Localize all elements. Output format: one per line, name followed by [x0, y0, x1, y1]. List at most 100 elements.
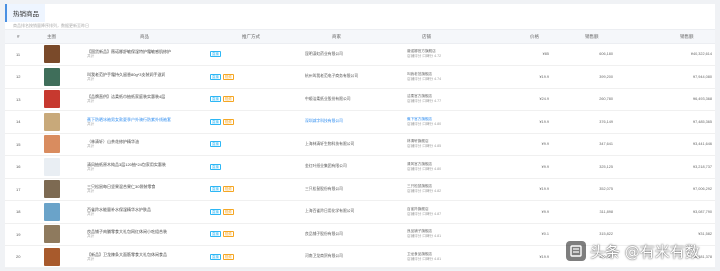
table-row[interactable]: 13 【品牌直供】洁柔纸巾抽纸家庭装实惠装4层 共计 直播 视频 中顺洁柔纸业股份…	[5, 88, 715, 111]
store-score: 店铺评分 口碑分 4.85	[407, 144, 442, 148]
product-thumbnail[interactable]	[44, 111, 60, 133]
product-title[interactable]: 【品牌直供】洁柔纸巾抽纸家庭装实惠装4层	[87, 94, 165, 99]
shop-name[interactable]: 上海百雀羚日用化学有限公司	[305, 201, 415, 223]
product-title[interactable]: 百雀羚水能量补水保湿精华水护肤品	[87, 207, 151, 212]
product-image[interactable]	[44, 45, 60, 63]
store-cell: 清风官方旗舰店 店铺评分 口碑分 4.80	[407, 156, 487, 178]
product-meta: 共计	[87, 76, 95, 81]
price-cell: ¥19.9	[539, 119, 549, 124]
product-title[interactable]: 良品铺子肉脯零食大礼包网红休闲小吃组合装	[87, 229, 167, 234]
goods-cell: （林清轩）山茶花修护精华油 共计	[87, 133, 205, 155]
header-shop: 商家	[332, 34, 341, 39]
product-image[interactable]	[44, 180, 60, 198]
shop-name[interactable]: 中顺洁柔纸业股份有限公司	[305, 88, 415, 110]
toutiao-logo-icon	[566, 241, 586, 261]
goods-cell: 【国货新品】薇诺娜舒敏保湿特护霜敏感肌修护 共计	[87, 43, 205, 65]
product-thumbnail[interactable]	[44, 133, 60, 155]
product-image[interactable]	[44, 67, 60, 86]
product-thumbnail[interactable]	[44, 223, 60, 245]
table-row[interactable]: 15 （林清轩）山茶花修护精华油 共计 直播 上海林清轩生物科技有限公司 林清轩…	[5, 133, 715, 156]
rank-cell: 15	[16, 141, 21, 147]
product-title[interactable]: 叫我老范护手霜持久留香80g*3支装润手滋润	[87, 72, 165, 77]
product-title[interactable]: 三只松鼠每日坚果混合果仁30袋装零食	[87, 184, 155, 189]
store-cell: 林清轩旗舰店 店铺评分 口碑分 4.85	[407, 133, 487, 155]
promo-tag: 视频	[222, 118, 234, 125]
product-image[interactable]	[44, 202, 60, 221]
shop-name[interactable]: 深圳减字科技有限公司	[305, 111, 415, 133]
price-cell: ¥9.9	[541, 209, 549, 214]
product-meta: 共计	[87, 121, 95, 126]
shop-name[interactable]: 上海林清轩生物科技有限公司	[305, 133, 415, 155]
product-title[interactable]: 清风抽纸原木纯品3层120抽*24包家用实惠装	[87, 162, 166, 167]
promo-tag: 直播	[210, 73, 221, 80]
store-cell: 叫我老范旗舰店 店铺评分 口碑分 4.74	[407, 66, 487, 88]
sales-cell: 376,149	[599, 119, 613, 124]
product-thumbnail[interactable]	[44, 178, 60, 200]
goods-cell: 蕉下防晒冰袖男女款夏季户外骑行防紫外线袖套 共计	[87, 111, 205, 133]
product-thumbnail[interactable]	[44, 201, 60, 223]
rank-cell: 18	[16, 209, 21, 214]
promo-cell: 直播	[210, 43, 280, 65]
store-cell: 蕉下官方旗舰店 店铺评分 口碑分 4.80	[407, 111, 487, 133]
table-row[interactable]: 18 百雀羚水能量补水保湿精华水护肤品 共计 直播 视频 上海百雀羚日用化学有限公…	[5, 201, 715, 224]
table-row[interactable]: 17 三只松鼠每日坚果混合果仁30袋装零食 共计 直播 视频 三只松鼠股份有限公司…	[5, 178, 715, 201]
shop-name[interactable]: 三只松鼠股份有限公司	[305, 178, 415, 200]
product-image[interactable]	[44, 225, 60, 243]
promo-tag: 视频	[222, 208, 234, 215]
store-score: 店铺评分 口碑分 4.72	[407, 54, 442, 58]
sales-cell: 399,200	[599, 74, 613, 79]
shop-name[interactable]: 金红叶纸业集团有限公司	[305, 156, 415, 178]
amount-cell: ¥7,006,292	[692, 187, 712, 191]
store-score: 店铺评分 口碑分 4.80	[407, 121, 442, 126]
goods-cell: 【品牌直供】洁柔纸巾抽纸家庭装实惠装4层 共计	[87, 88, 205, 110]
shop-name[interactable]: 河南卫龙商贸有限公司	[305, 246, 415, 268]
sales-cell: 352,075	[599, 187, 613, 191]
product-thumbnail[interactable]	[44, 246, 60, 268]
amount-cell: ¥3,087,790	[692, 209, 712, 214]
product-title[interactable]: （林清轩）山茶花修护精华油	[87, 139, 139, 144]
tab-hot-goods[interactable]: 热销商品	[5, 4, 45, 22]
product-title[interactable]: 【国货新品】薇诺娜舒敏保湿特护霜敏感肌修护	[87, 49, 171, 54]
store-score: 店铺评分 口碑分 4.74	[407, 76, 442, 81]
store-cell: 三只松鼠旗舰店 店铺评分 口碑分 4.82	[407, 178, 487, 200]
sales-cell: 347,641	[599, 142, 613, 146]
sales-cell: 311,898	[599, 209, 613, 214]
promo-tag: 视频	[222, 186, 234, 192]
store-score: 店铺评分 口碑分 4.81	[407, 256, 442, 261]
product-thumbnail[interactable]	[44, 43, 60, 65]
promo-tag: 直播	[210, 253, 221, 260]
header-amount[interactable]: 销售额	[680, 30, 694, 43]
shop-name[interactable]: 昆明滇虹药业有限公司	[305, 43, 415, 65]
product-meta: 共计	[87, 234, 95, 238]
table-row[interactable]: 11 【国货新品】薇诺娜舒敏保湿特护霜敏感肌修护 共计 直播 昆明滇虹药业有限公…	[5, 43, 715, 66]
goods-cell: 叫我老范护手霜持久留香80g*3支装润手滋润 共计	[87, 66, 205, 88]
price-cell: ¥19.9	[539, 187, 549, 191]
header-price[interactable]: 价格	[530, 30, 539, 43]
sales-cell: 606,180	[599, 52, 613, 56]
product-image[interactable]	[44, 112, 60, 131]
promo-tag: 直播	[210, 141, 221, 147]
hot-goods-panel: 热销商品 商品排名按销量降序排列，数据更新至昨日 # 主图 商品 推广方式 商家…	[5, 4, 715, 269]
promo-tag: 直播	[210, 51, 221, 57]
product-thumbnail[interactable]	[44, 156, 60, 178]
table-row[interactable]: 14 蕉下防晒冰袖男女款夏季户外骑行防紫外线袖套 共计 直播 视频 深圳减字科技有…	[5, 111, 715, 134]
header-rank[interactable]: #	[17, 30, 20, 43]
promo-tag: 直播	[210, 96, 221, 102]
product-image[interactable]	[44, 157, 60, 176]
product-image[interactable]	[44, 247, 60, 266]
product-thumbnail[interactable]	[44, 66, 60, 88]
promo-tag: 直播	[210, 208, 221, 215]
shop-name[interactable]: 杭州叫我老范电子商务有限公司	[305, 66, 415, 88]
product-image[interactable]	[44, 90, 60, 108]
price-cell: ¥9.9	[541, 142, 549, 146]
table-row[interactable]: 16 清风抽纸原木纯品3层120抽*24包家用实惠装 共计 直播 金红叶纸业集团…	[5, 156, 715, 179]
product-title[interactable]: 【新品】卫龙辣条大面筋零食大礼包休闲食品	[87, 252, 167, 257]
shop-name[interactable]: 良品铺子股份有限公司	[305, 223, 415, 245]
header-sales[interactable]: 销售额	[585, 30, 599, 43]
product-thumbnail[interactable]	[44, 88, 60, 110]
table-row[interactable]: 12 叫我老范护手霜持久留香80g*3支装润手滋润 共计 直播 视频 杭州叫我老范…	[5, 66, 715, 89]
product-image[interactable]	[44, 135, 60, 153]
product-title[interactable]: 蕉下防晒冰袖男女款夏季户外骑行防紫外线袖套	[87, 117, 171, 122]
promo-cell: 直播 视频	[210, 246, 280, 268]
rank-cell: 14	[16, 119, 21, 124]
